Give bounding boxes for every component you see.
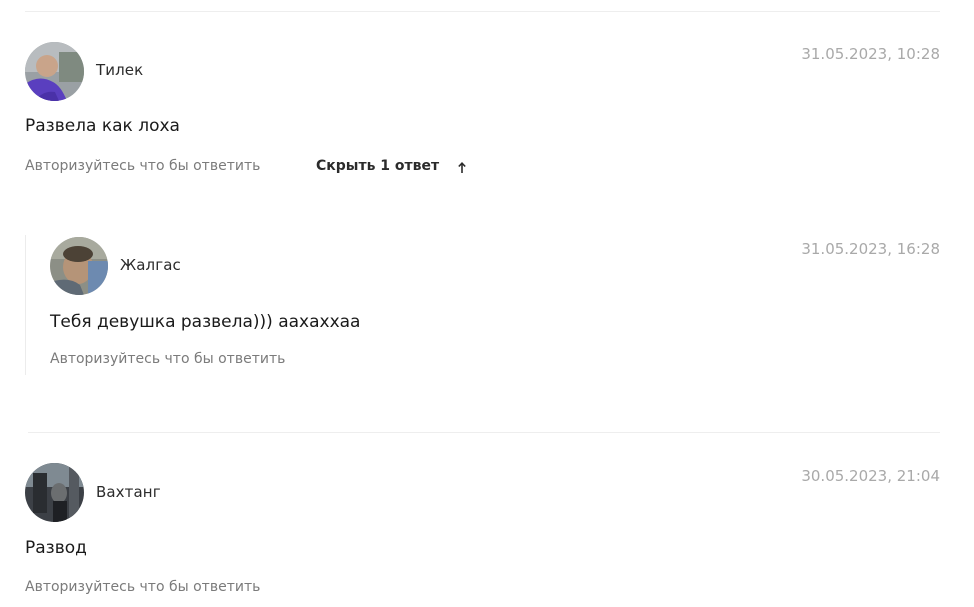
comment-date: 31.05.2023, 16:28 [801, 240, 940, 258]
reply-login-link[interactable]: Авторизуйтесь что бы ответить [50, 351, 285, 367]
comment-author: Жалгас [120, 256, 181, 274]
arrow-up-icon[interactable] [457, 162, 467, 174]
reply-login-link[interactable]: Авторизуйтесь что бы ответить [25, 579, 260, 595]
comment-author: Вахтанг [96, 483, 161, 501]
comment-text: Развод [25, 538, 87, 558]
reply-thread-line [25, 235, 26, 375]
comment-text: Тебя девушка развела))) аахаххаа [50, 312, 361, 332]
reply-login-link[interactable]: Авторизуйтесь что бы ответить [25, 158, 260, 174]
top-divider [25, 11, 940, 12]
avatar[interactable] [50, 237, 108, 295]
comment-date: 30.05.2023, 21:04 [801, 467, 940, 485]
comment-date: 31.05.2023, 10:28 [801, 45, 940, 63]
comment-divider [28, 432, 940, 433]
avatar[interactable] [25, 42, 84, 101]
hide-replies-button[interactable]: Скрыть 1 ответ [316, 158, 439, 174]
comment-text: Развела как лоха [25, 116, 180, 136]
comment-author: Тилек [96, 61, 144, 79]
avatar[interactable] [25, 463, 84, 522]
